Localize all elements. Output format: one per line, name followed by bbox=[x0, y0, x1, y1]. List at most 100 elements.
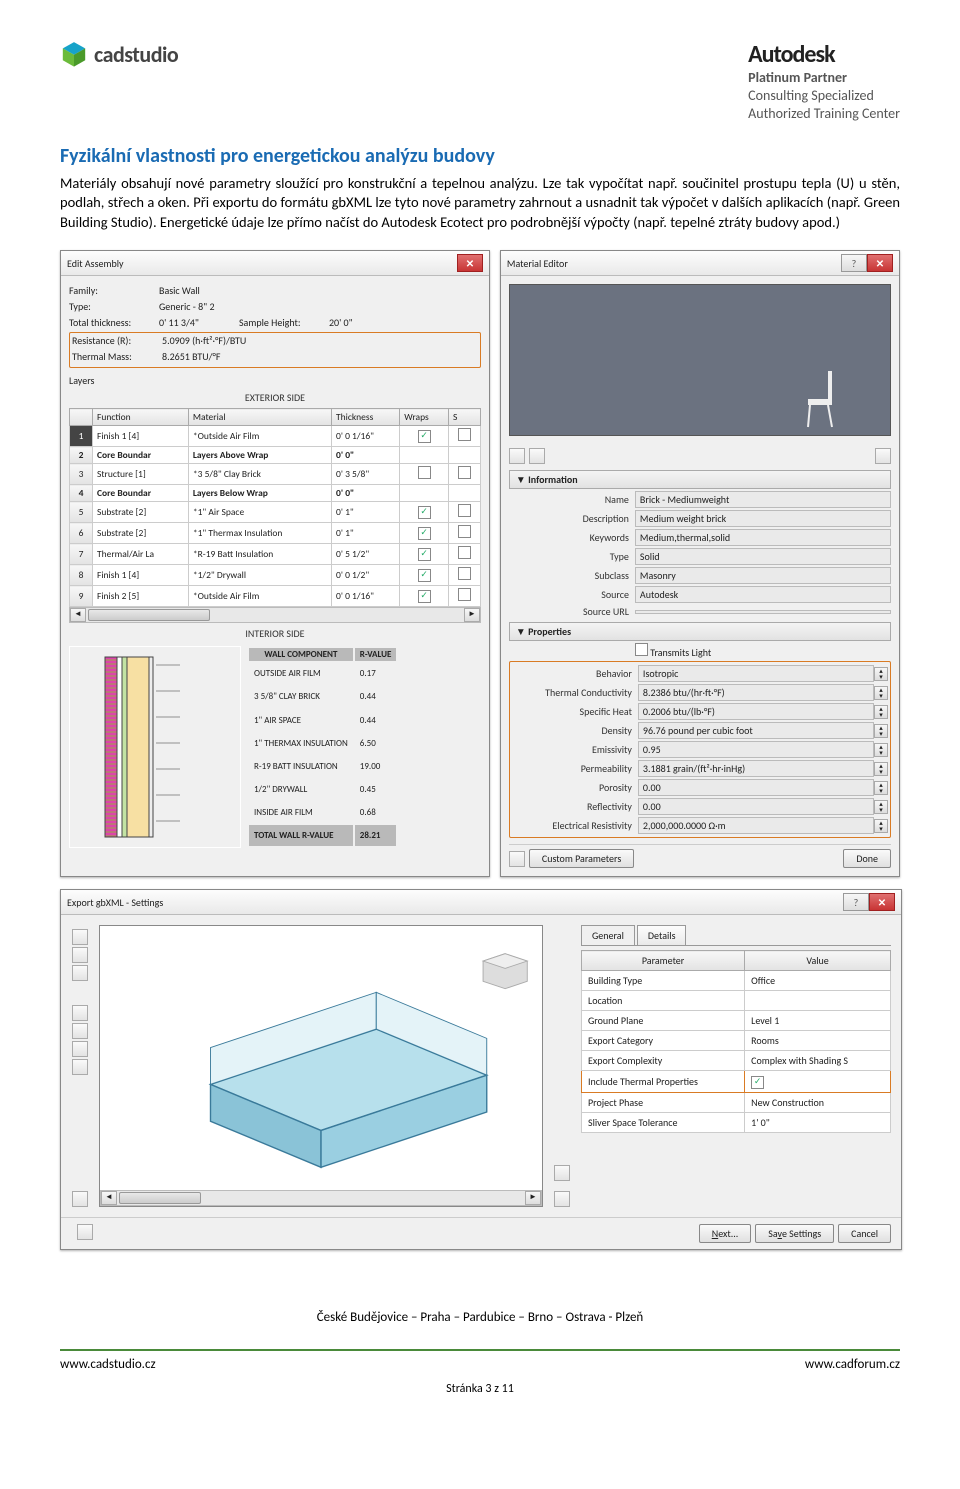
done-button[interactable]: Done bbox=[843, 849, 891, 868]
tool-icon[interactable] bbox=[554, 1191, 570, 1207]
table-row[interactable]: 4Core BoundarLayers Below Wrap0' 0" bbox=[70, 485, 481, 502]
table-row[interactable]: 8Finish 1 [4]*1/2" Drywall0' 0 1/2"✓ bbox=[70, 565, 481, 586]
help-icon[interactable]: ? bbox=[843, 893, 869, 911]
perm-value[interactable]: 3.1881 grain/(ft²·hr·inHg) bbox=[638, 760, 874, 777]
scroll-thumb[interactable] bbox=[119, 1192, 201, 1204]
desc-value[interactable]: Medium weight brick bbox=[635, 510, 891, 527]
table-row[interactable]: Project PhaseNew Construction bbox=[582, 1093, 891, 1113]
tool-icon[interactable] bbox=[72, 1191, 88, 1207]
checkbox-icon[interactable]: ✓ bbox=[418, 506, 431, 519]
transmits-checkbox[interactable] bbox=[635, 643, 648, 656]
tool-icon[interactable] bbox=[72, 1041, 88, 1057]
source-value[interactable]: Autodesk bbox=[635, 586, 891, 603]
scroll-thumb[interactable] bbox=[88, 609, 210, 621]
scroll-right-icon[interactable]: ► bbox=[525, 1191, 541, 1205]
emissivity-value[interactable]: 0.95 bbox=[638, 741, 874, 758]
next-button[interactable]: NNext...ext... bbox=[699, 1224, 752, 1243]
density-value[interactable]: 96.76 pound per cubic foot bbox=[638, 722, 874, 739]
tab-details[interactable]: Details bbox=[637, 925, 687, 945]
tool-icon[interactable] bbox=[529, 448, 545, 464]
spin-icon[interactable]: ▴▾ bbox=[874, 667, 888, 681]
checkbox-icon[interactable] bbox=[458, 546, 471, 559]
table-row[interactable]: Ground PlaneLevel 1 bbox=[582, 1011, 891, 1031]
tool-icon[interactable] bbox=[509, 448, 525, 464]
props-header[interactable]: ▼ Properties bbox=[509, 622, 891, 641]
tool-icon[interactable] bbox=[72, 965, 88, 981]
close-icon[interactable]: ✕ bbox=[867, 254, 893, 272]
elecres-value[interactable]: 2,000,000.0000 Ω·m bbox=[638, 817, 874, 834]
scroll-right-icon[interactable]: ► bbox=[464, 608, 480, 622]
tool-icon[interactable] bbox=[72, 1059, 88, 1075]
col-thickness[interactable]: Thickness bbox=[332, 409, 400, 426]
tool-icon[interactable] bbox=[509, 851, 525, 867]
table-row[interactable]: Include Thermal Properties✓ bbox=[582, 1071, 891, 1093]
checkbox-icon[interactable] bbox=[458, 428, 471, 441]
name-value[interactable]: Brick - Mediumweight bbox=[635, 491, 891, 508]
type-value[interactable]: Solid bbox=[635, 548, 891, 565]
spin-icon[interactable]: ▴▾ bbox=[874, 743, 888, 757]
cancel-button[interactable]: Cancel bbox=[838, 1224, 891, 1243]
url-value[interactable] bbox=[635, 610, 891, 614]
table-row[interactable]: Export CategoryRooms bbox=[582, 1031, 891, 1051]
spin-icon[interactable]: ▴▾ bbox=[874, 819, 888, 833]
table-row[interactable]: 7Thermal/Air La*R-19 Batt Insulation0' 5… bbox=[70, 544, 481, 565]
spin-icon[interactable]: ▴▾ bbox=[874, 705, 888, 719]
layers-table[interactable]: Function Material Thickness Wraps S 1Fin… bbox=[69, 408, 481, 607]
thermalcond-value[interactable]: 8.2386 btu/(hr·ft·°F) bbox=[638, 684, 874, 701]
horizontal-scrollbar[interactable]: ◄ ► bbox=[69, 607, 481, 623]
checkbox-icon[interactable] bbox=[418, 466, 431, 479]
viewcube-icon[interactable] bbox=[483, 954, 527, 989]
horizontal-scrollbar[interactable]: ◄ ► bbox=[100, 1190, 542, 1206]
col-material[interactable]: Material bbox=[188, 409, 331, 426]
table-row[interactable]: 5Substrate [2]*1" Air Space0' 1"✓ bbox=[70, 502, 481, 523]
checkbox-icon[interactable] bbox=[458, 525, 471, 538]
checkbox-icon[interactable]: ✓ bbox=[418, 548, 431, 561]
tool-icon[interactable] bbox=[875, 448, 891, 464]
tool-icon[interactable] bbox=[77, 1224, 93, 1240]
custom-params-button[interactable]: Custom Parameters bbox=[529, 849, 634, 868]
scroll-left-icon[interactable]: ◄ bbox=[70, 608, 86, 622]
checkbox-icon[interactable]: ✓ bbox=[418, 430, 431, 443]
3d-viewport[interactable]: ◄ ► bbox=[99, 925, 543, 1207]
porosity-value[interactable]: 0.00 bbox=[638, 779, 874, 796]
keywords-value[interactable]: Medium,thermal,solid bbox=[635, 529, 891, 546]
close-icon[interactable]: ✕ bbox=[869, 893, 895, 911]
tool-icon[interactable] bbox=[72, 947, 88, 963]
table-row[interactable]: 3Structure [1]*3 5/8" Clay Brick0' 3 5/8… bbox=[70, 464, 481, 485]
spin-icon[interactable]: ▴▾ bbox=[874, 686, 888, 700]
export-params-table[interactable]: ParameterValue Building TypeOfficeLocati… bbox=[581, 950, 891, 1133]
table-row[interactable]: 2Core BoundarLayers Above Wrap0' 0" bbox=[70, 447, 481, 464]
checkbox-icon[interactable] bbox=[458, 504, 471, 517]
spin-icon[interactable]: ▴▾ bbox=[874, 762, 888, 776]
tool-icon[interactable] bbox=[554, 1165, 570, 1181]
checkbox-icon[interactable]: ✓ bbox=[418, 527, 431, 540]
checkbox-icon[interactable]: ✓ bbox=[418, 590, 431, 603]
specheat-value[interactable]: 0.2006 btu/(lb·°F) bbox=[638, 703, 874, 720]
table-row[interactable]: Export ComplexityComplex with Shading S bbox=[582, 1051, 891, 1071]
checkbox-icon[interactable] bbox=[458, 588, 471, 601]
checkbox-icon[interactable] bbox=[458, 466, 471, 479]
tool-icon[interactable] bbox=[72, 929, 88, 945]
table-row[interactable]: Location bbox=[582, 991, 891, 1011]
col-wraps[interactable]: Wraps bbox=[400, 409, 449, 426]
checkbox-icon[interactable]: ✓ bbox=[751, 1076, 764, 1089]
spin-icon[interactable]: ▴▾ bbox=[874, 724, 888, 738]
table-row[interactable]: Sliver Space Tolerance1' 0" bbox=[582, 1113, 891, 1133]
tool-icon[interactable] bbox=[72, 1005, 88, 1021]
checkbox-icon[interactable]: ✓ bbox=[418, 569, 431, 582]
table-row[interactable]: 6Substrate [2]*1" Thermax Insulation0' 1… bbox=[70, 523, 481, 544]
subclass-value[interactable]: Masonry bbox=[635, 567, 891, 584]
col-function[interactable]: Function bbox=[93, 409, 189, 426]
tab-general[interactable]: General bbox=[581, 925, 635, 945]
reflect-value[interactable]: 0.00 bbox=[638, 798, 874, 815]
info-header[interactable]: ▼ Information bbox=[509, 470, 891, 489]
table-row[interactable]: Building TypeOffice bbox=[582, 971, 891, 991]
checkbox-icon[interactable] bbox=[458, 567, 471, 580]
scroll-left-icon[interactable]: ◄ bbox=[101, 1191, 117, 1205]
behavior-value[interactable]: Isotropic bbox=[638, 665, 874, 682]
tool-icon[interactable] bbox=[72, 1023, 88, 1039]
save-settings-button[interactable]: Save Settings bbox=[755, 1224, 834, 1243]
spin-icon[interactable]: ▴▾ bbox=[874, 781, 888, 795]
spin-icon[interactable]: ▴▾ bbox=[874, 800, 888, 814]
help-icon[interactable]: ? bbox=[841, 254, 867, 272]
